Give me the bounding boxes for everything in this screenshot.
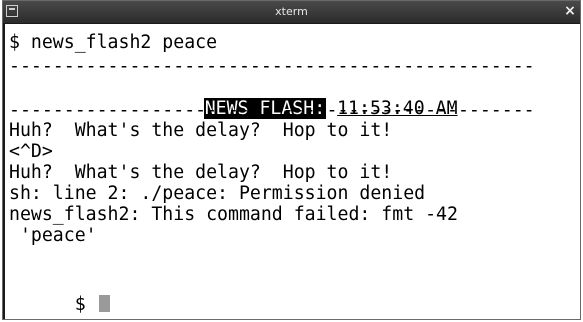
command-line: $ news_flash2 peace: [9, 32, 218, 53]
output-line-3: Huh? What's the delay? Hop to it!: [9, 162, 393, 183]
terminal-screen[interactable]: $ news_flash2 peace --------------------…: [3, 23, 580, 319]
prompt: $: [74, 294, 97, 315]
xterm-window: xterm × $ news_flash2 peace ------------…: [2, 0, 581, 320]
output-line-6: 'peace': [9, 225, 97, 246]
text-cursor: [98, 295, 110, 312]
prompt-line[interactable]: $: [9, 272, 110, 319]
window-title: xterm: [275, 5, 308, 18]
output-line-1: Huh? What's the delay? Hop to it!: [9, 120, 393, 141]
output-line-4: sh: line 2: ./peace: Permission denied: [9, 183, 426, 204]
close-icon[interactable]: ×: [562, 3, 578, 19]
title-bar[interactable]: xterm ×: [3, 1, 580, 23]
rule-bottom: ----------------------------------------…: [9, 100, 535, 121]
output-line-2: <^D>: [9, 141, 53, 162]
rule-top: ----------------------------------------…: [9, 56, 535, 77]
output-line-5: news_flash2: This command failed: fmt -4…: [9, 204, 458, 225]
